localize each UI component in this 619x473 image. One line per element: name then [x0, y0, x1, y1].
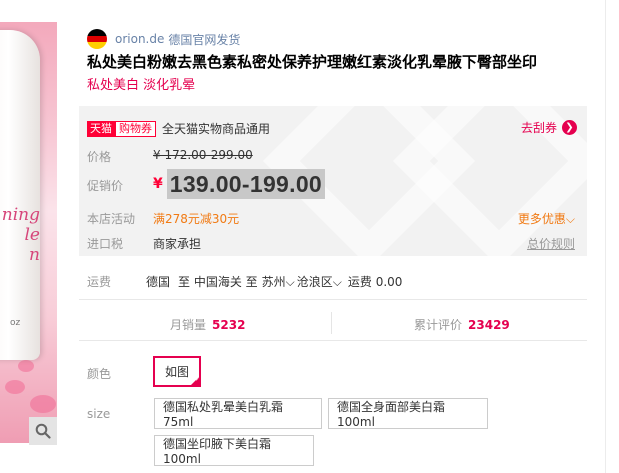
price-rule-link[interactable]: 总价规则 [527, 235, 575, 252]
original-price: ¥ 172.00-299.00 [153, 148, 253, 162]
store-activity-label: 本店活动 [87, 212, 136, 226]
price-panel: 天猫 购物券 全天猫实物商品通用 去刮券 ❯ 价格 ¥ 172.00-299.0… [79, 106, 587, 256]
size-option-label: 德国全身面部美白霜100ml [337, 400, 446, 429]
product-tube [0, 30, 40, 360]
city-value: 苏州 [261, 275, 286, 289]
monthly-sales: 月销量 5232 [170, 316, 245, 333]
import-tax-label: 进口税 [87, 237, 124, 251]
coupon-row: 天猫 购物券 全天猫实物商品通用 [87, 120, 270, 137]
shop-line: orion.de 德国官网发货 [87, 29, 240, 49]
more-offers-label: 更多优惠 [517, 212, 566, 226]
color-option[interactable]: 如图 [153, 356, 202, 387]
tmall-badge: 天猫 [87, 120, 115, 137]
chevron-down-icon: ⌵ [285, 275, 295, 289]
district-selector[interactable]: 沧浪区⌵ [297, 273, 342, 290]
get-coupon-link[interactable]: 去刮券 ❯ [521, 119, 577, 136]
district-value: 沧浪区 [296, 275, 333, 289]
divider [79, 340, 587, 341]
size-option-label: 德国私处乳晕美白乳霜75ml [163, 400, 284, 429]
shipping-row: 运费 德国 至 中国海关 至 苏州⌵ 沧浪区⌵ 运费 0.00 [87, 273, 402, 290]
stats-divider [331, 312, 332, 334]
coupon-badge: 购物券 [115, 120, 156, 137]
review-count-value: 23429 [468, 318, 510, 332]
chevron-down-icon: ⌵ [332, 275, 342, 289]
chevron-right-icon: ❯ [562, 120, 577, 135]
size-option[interactable]: 德国全身面部美白霜100ml [328, 398, 488, 429]
color-option-label: 如图 [165, 365, 190, 379]
city-selector[interactable]: 苏州⌵ [262, 273, 295, 290]
review-count-label: 累计评价 [414, 318, 463, 332]
petal-decoration [30, 395, 56, 413]
promo-price-value: 139.00-199.00 [166, 169, 326, 199]
image-search-button[interactable] [29, 417, 57, 445]
shipping-route: 至 中国海关 至 [178, 275, 258, 289]
chevron-down-icon: ⌵ [565, 212, 575, 226]
monthly-sales-value: 5232 [212, 318, 246, 332]
shop-shipping-note: 德国官网发货 [168, 32, 241, 47]
coupon-description: 全天猫实物商品通用 [162, 122, 271, 136]
size-option[interactable]: 德国坐印腋下美白霜100ml [154, 435, 314, 466]
shipping-label: 运费 [87, 275, 112, 289]
more-offers-link[interactable]: 更多优惠⌵ [518, 210, 575, 227]
price-label: 价格 [87, 150, 112, 164]
shop-name-link[interactable]: orion.de [115, 32, 164, 46]
product-tube-text: ning le n [1, 205, 40, 265]
product-subtitle: 私处美白 淡化乳晕 [87, 78, 196, 93]
search-icon [35, 423, 51, 439]
petal-decoration [18, 360, 34, 372]
product-image[interactable]: ning le n oz [0, 0, 57, 473]
get-coupon-label: 去刮券 [520, 121, 557, 135]
product-title: 私处美白粉嫩去黑色素私密处保养护理嫩红素淡化乳晕腋下臀部坐印 [87, 53, 538, 71]
size-label: size [87, 407, 111, 421]
petal-decoration [5, 380, 25, 394]
currency-symbol: ¥ [153, 176, 163, 192]
monthly-sales-label: 月销量 [170, 318, 207, 332]
size-option-label: 德国坐印腋下美白霜100ml [163, 437, 272, 466]
shipping-origin: 德国 [146, 275, 171, 289]
promo-price: ¥ 139.00-199.00 [153, 169, 326, 199]
product-size-text: oz [10, 318, 21, 328]
store-activity: 满278元减30元 [153, 212, 240, 226]
germany-flag-icon [87, 29, 107, 49]
review-count[interactable]: 累计评价 23429 [414, 316, 510, 333]
import-tax-value: 商家承担 [153, 237, 202, 251]
divider [79, 299, 587, 300]
size-option[interactable]: 德国私处乳晕美白乳霜75ml [154, 398, 322, 429]
shipping-fee: 运费 0.00 [347, 275, 403, 289]
page-divider [605, 0, 606, 473]
color-label: 颜色 [87, 367, 112, 381]
selected-check-icon [190, 376, 201, 386]
promo-price-label: 促销价 [87, 179, 124, 193]
